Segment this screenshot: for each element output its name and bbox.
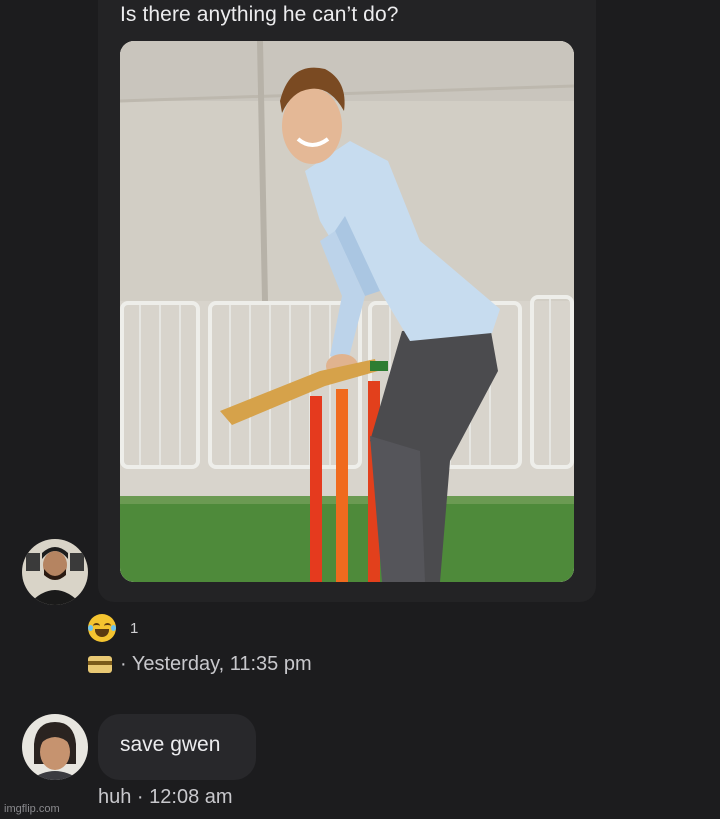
message-timestamp: · Yesterday, 11:35 pm — [120, 653, 312, 675]
message-caption: Is there anything he can’t do? — [120, 3, 399, 26]
message-photo[interactable] — [120, 41, 574, 582]
sender-avatar[interactable] — [22, 539, 88, 605]
replier-avatar[interactable] — [22, 714, 88, 780]
reaction-row[interactable]: 1 — [88, 614, 138, 642]
reaction-count: 1 — [130, 619, 139, 637]
watermark: imgflip.com — [4, 803, 60, 815]
message-meta: · Yesterday, 11:35 pm — [88, 653, 312, 676]
reply-text: save gwen — [120, 733, 221, 756]
tears-of-joy-emoji-icon — [88, 614, 116, 642]
reply-meta: huh · 12:08 am — [98, 786, 233, 808]
card-icon — [88, 656, 112, 673]
